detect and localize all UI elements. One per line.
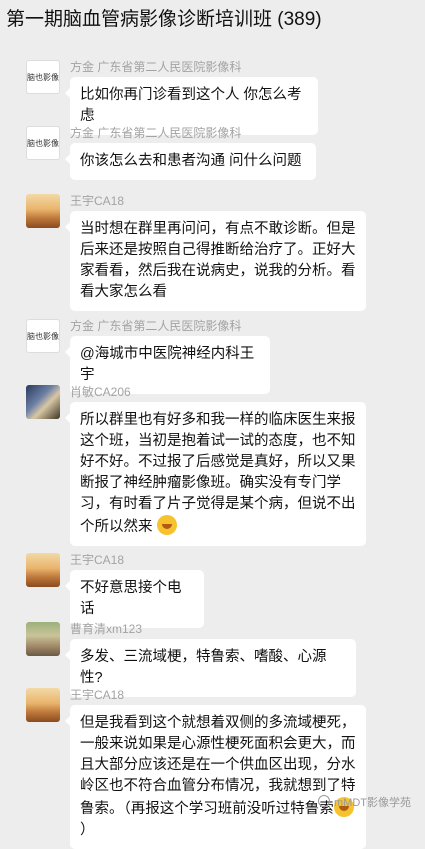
watermark-text: mMDT影像学苑 — [334, 797, 411, 809]
message-text: 当时想在群里再问问，有点不敢诊断。但是后来还是按照自己得推断给治疗了。正好大家看… — [80, 221, 356, 300]
sender-name: 王宇CA18 — [70, 553, 125, 567]
sender-name: 王宇CA18 — [70, 688, 125, 702]
chat-title: 第一期脑血管病影像诊断培训班 (389) — [0, 0, 425, 40]
sender-name: 方金 广东省第二人民医院影像科 — [70, 319, 242, 333]
message-text: 比如你再门诊看到这个人 你怎么考虑 — [80, 87, 302, 124]
grimace-emoji-icon — [156, 515, 177, 535]
message-bubble[interactable]: 当时想在群里再问问，有点不敢诊断。但是后来还是按照自己得推断给治疗了。正好大家看… — [65, 211, 366, 311]
avatar[interactable] — [26, 385, 60, 419]
sender-name: 曹育清xm123 — [70, 622, 143, 636]
avatar[interactable]: 脑也影像 — [26, 60, 60, 94]
sender-name: 肖敏CA206 — [70, 385, 131, 399]
message-text: 但是我看到这个就想着双侧的多流域梗死，一般来说如果是心源性梗死面积会更大，而且大… — [80, 715, 356, 817]
avatar[interactable]: 脑也影像 — [26, 319, 60, 353]
avatar[interactable] — [26, 194, 60, 228]
message-text: 多发、三流域梗，特鲁索、嗜酸、心源性? — [80, 649, 327, 686]
message-text: 不好意思接个电话 — [80, 580, 182, 617]
message-text-tail: ） — [80, 822, 95, 838]
watermark: mMDT影像学苑 — [318, 794, 411, 810]
avatar[interactable] — [26, 688, 60, 722]
message-bubble[interactable]: 你该怎么去和患者沟通 问什么问题 — [65, 143, 316, 180]
sender-name: 方金 广东省第二人民医院影像科 — [70, 60, 242, 74]
sender-name: 方金 广东省第二人民医院影像科 — [70, 126, 242, 140]
avatar[interactable]: 脑也影像 — [26, 126, 60, 160]
message-bubble[interactable]: 所以群里也有好多和我一样的临床医生来报这个班，当初是抱着试一试的态度，也不知好不… — [65, 402, 366, 546]
avatar[interactable] — [26, 553, 60, 587]
sender-name: 王宇CA18 — [70, 194, 125, 208]
message-text: 你该怎么去和患者沟通 问什么问题 — [80, 153, 302, 169]
message-text: 所以群里也有好多和我一样的临床医生来报这个班，当初是抱着试一试的态度，也不知好不… — [80, 412, 356, 535]
wechat-channel-icon — [318, 795, 330, 807]
message-bubble[interactable]: 但是我看到这个就想着双侧的多流域梗死，一般来说如果是心源性梗死面积会更大，而且大… — [65, 705, 366, 849]
avatar[interactable] — [26, 622, 60, 656]
message-text: @海城市中医院神经内科王宇 — [80, 346, 255, 383]
